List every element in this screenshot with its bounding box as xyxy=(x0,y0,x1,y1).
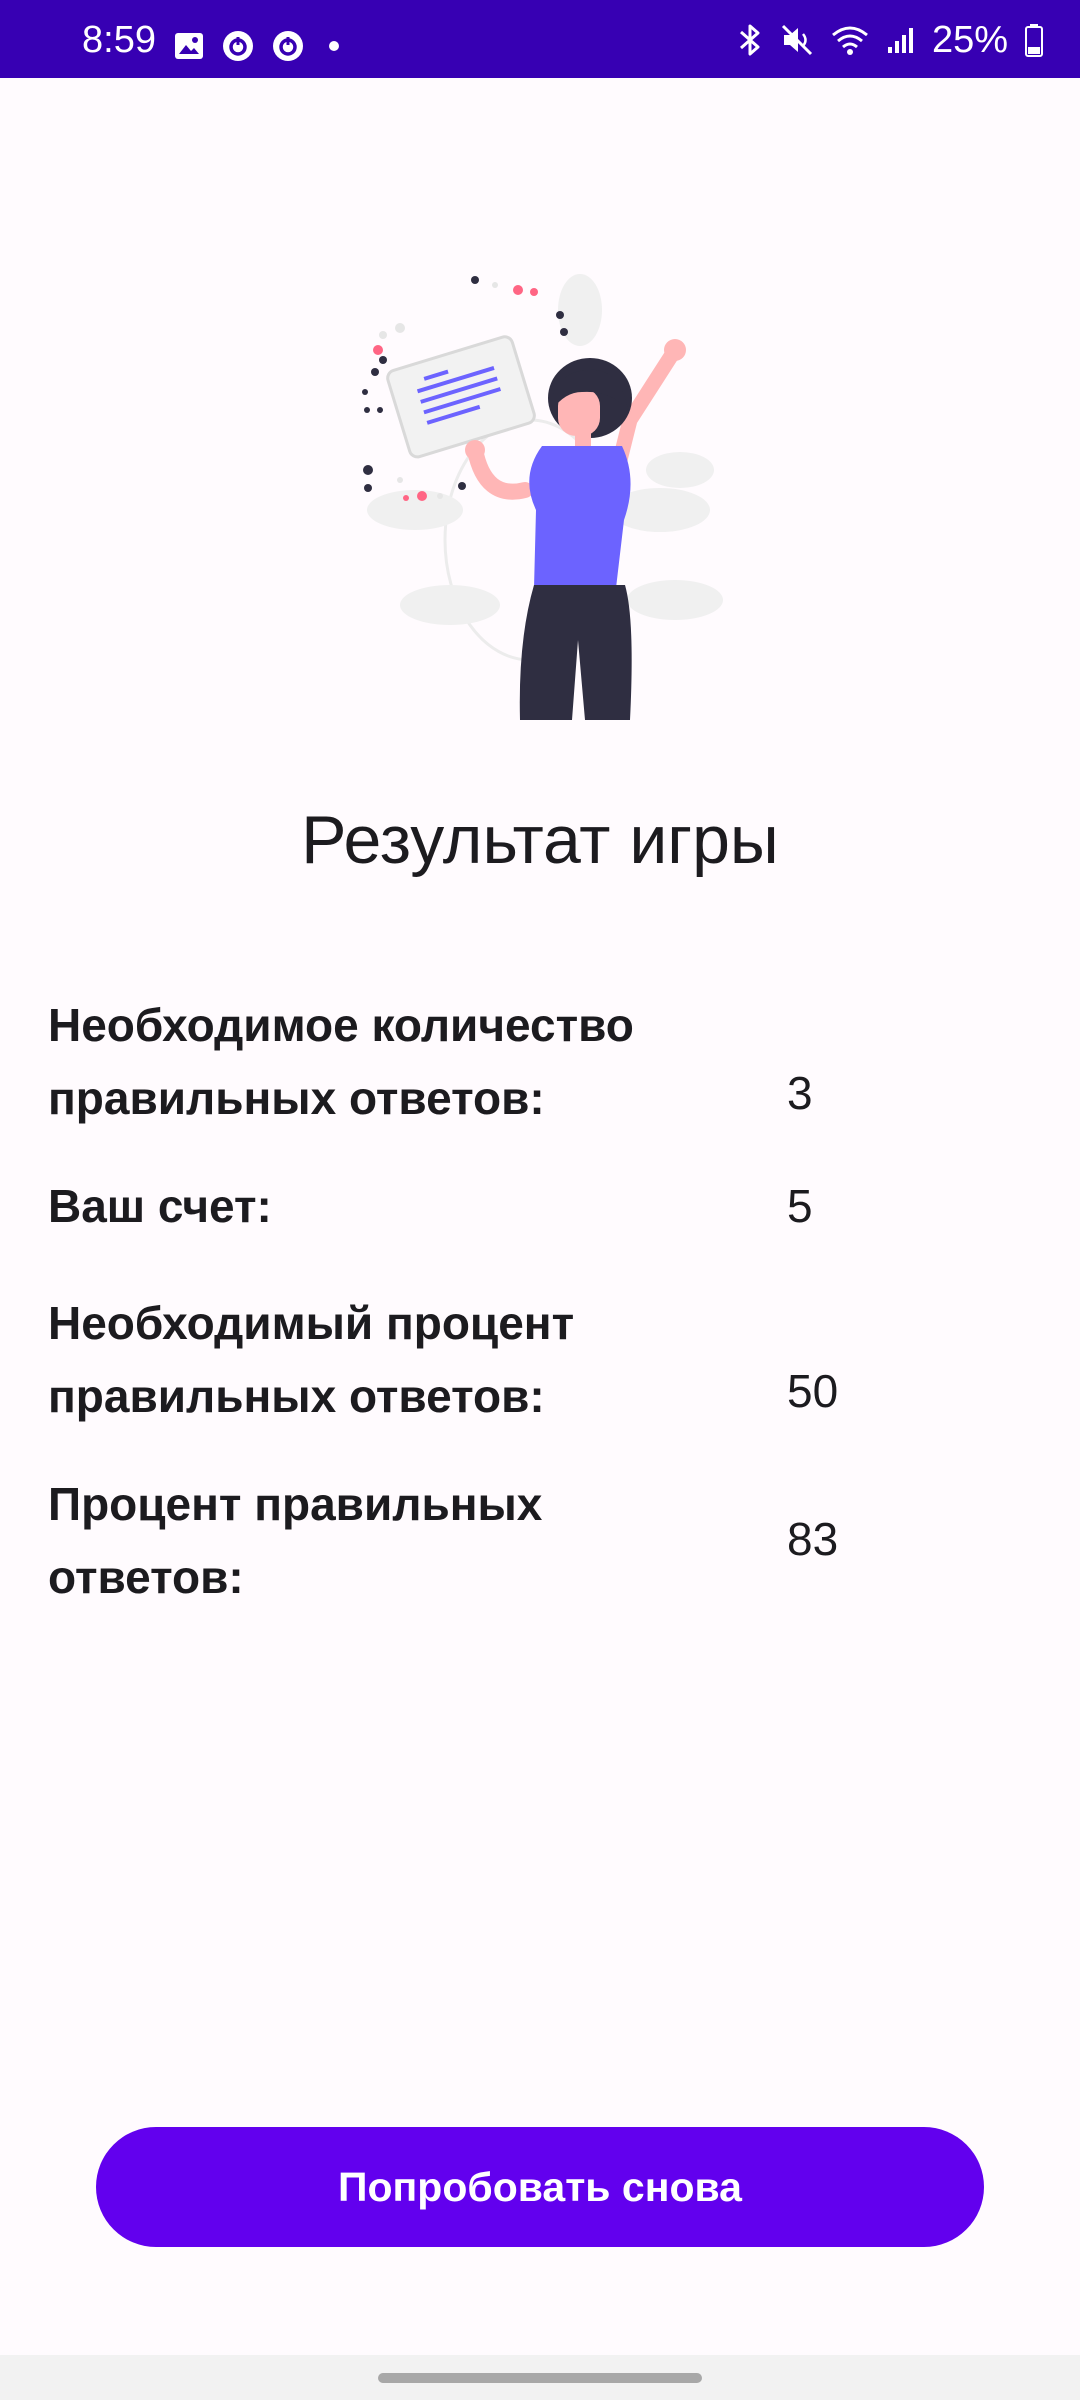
result-value-percent: 83 xyxy=(787,1513,839,1565)
result-label-required-count: Необходимое количество правильных ответо… xyxy=(48,999,634,1124)
status-notification-icons xyxy=(174,30,346,62)
result-label-score: Ваш счет: xyxy=(48,1180,272,1232)
retry-button[interactable]: Попробовать снова xyxy=(96,2127,984,2247)
mute-icon xyxy=(781,24,812,56)
signal-icon xyxy=(887,28,913,53)
dot-icon xyxy=(329,41,339,51)
status-system-icons: 25% xyxy=(736,20,1044,60)
page-title: Результат игры xyxy=(301,802,779,878)
gallery-icon xyxy=(175,33,203,59)
home-indicator[interactable] xyxy=(378,2373,702,2383)
result-value-required-percent: 50 xyxy=(787,1365,839,1417)
celebrating-woman-illustration xyxy=(362,274,723,720)
app-icon xyxy=(273,31,303,61)
status-time: 8:59 xyxy=(82,19,156,61)
result-value-required-count: 3 xyxy=(787,1067,813,1119)
battery-icon xyxy=(1025,24,1043,57)
bluetooth-icon xyxy=(739,24,760,56)
result-label-percent: Процент правильных ответов: xyxy=(48,1478,543,1603)
status-bar: 8:59 25% xyxy=(0,0,1080,78)
app-icon xyxy=(223,31,253,61)
navigation-bar xyxy=(0,2355,1080,2400)
result-label-required-percent: Необходимый процент правильных ответов: xyxy=(48,1297,575,1422)
battery-percent: 25% xyxy=(931,19,1008,61)
wifi-icon xyxy=(831,26,868,55)
result-value-score: 5 xyxy=(787,1180,813,1232)
